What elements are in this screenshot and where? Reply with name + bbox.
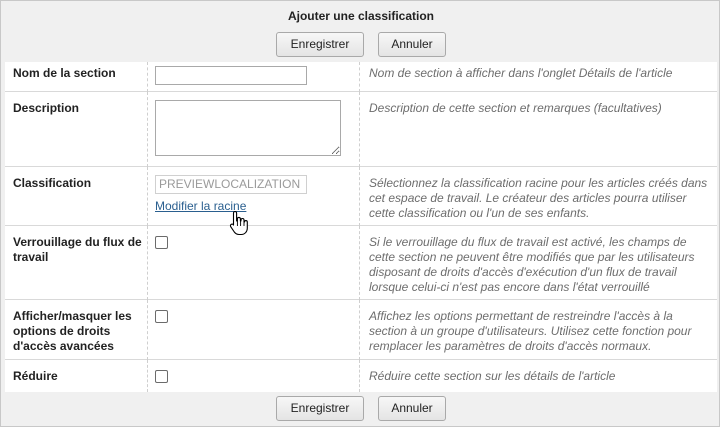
classification-form: Nom de la section Nom de section à affic…	[5, 62, 717, 392]
save-button-bottom[interactable]: Enregistrer	[276, 396, 364, 421]
advanced-access-checkbox[interactable]	[155, 310, 168, 323]
workflow-lock-checkbox[interactable]	[155, 236, 168, 249]
row-section-name: Nom de la section Nom de section à affic…	[5, 62, 717, 92]
classification-label: Classification	[13, 176, 92, 190]
row-advanced-access: Afficher/masquer les options de droits d…	[5, 300, 717, 360]
classification-help: Sélectionnez la classification racine po…	[369, 176, 708, 220]
advanced-access-help: Affichez les options permettant de restr…	[369, 309, 692, 353]
cancel-button-top[interactable]: Annuler	[378, 32, 446, 57]
classification-value: PREVIEWLOCALIZATION	[155, 175, 307, 194]
workflow-lock-label: Verrouillage du flux de travail	[13, 235, 142, 264]
collapse-label: Réduire	[13, 369, 58, 383]
section-name-input[interactable]	[155, 66, 307, 85]
dialog-title: Ajouter une classification	[287, 9, 435, 23]
add-classification-dialog: Ajouter une classification Enregistrer A…	[0, 0, 720, 427]
description-textarea[interactable]	[155, 100, 341, 156]
row-description: Description Description de cette section…	[5, 92, 717, 167]
cancel-button-bottom[interactable]: Annuler	[378, 396, 446, 421]
description-label: Description	[13, 101, 80, 115]
description-help: Description de cette section et remarque…	[369, 101, 662, 115]
row-collapse: Réduire Réduire cette section sur les dé…	[5, 360, 717, 392]
workflow-lock-help: Si le verrouillage du flux de travail es…	[369, 235, 695, 294]
row-classification: Classification PREVIEWLOCALIZATION Modif…	[5, 167, 717, 226]
collapse-checkbox[interactable]	[155, 370, 168, 383]
section-name-label: Nom de la section	[13, 66, 116, 80]
row-workflow-lock: Verrouillage du flux de travail Si le ve…	[5, 226, 717, 300]
collapse-help: Réduire cette section sur les détails de…	[369, 369, 616, 383]
advanced-access-label: Afficher/masquer les options de droits d…	[13, 309, 132, 353]
section-name-help: Nom de section à afficher dans l'onglet …	[369, 66, 673, 80]
save-button-top[interactable]: Enregistrer	[276, 32, 364, 57]
hand-pointer-icon	[229, 210, 248, 236]
